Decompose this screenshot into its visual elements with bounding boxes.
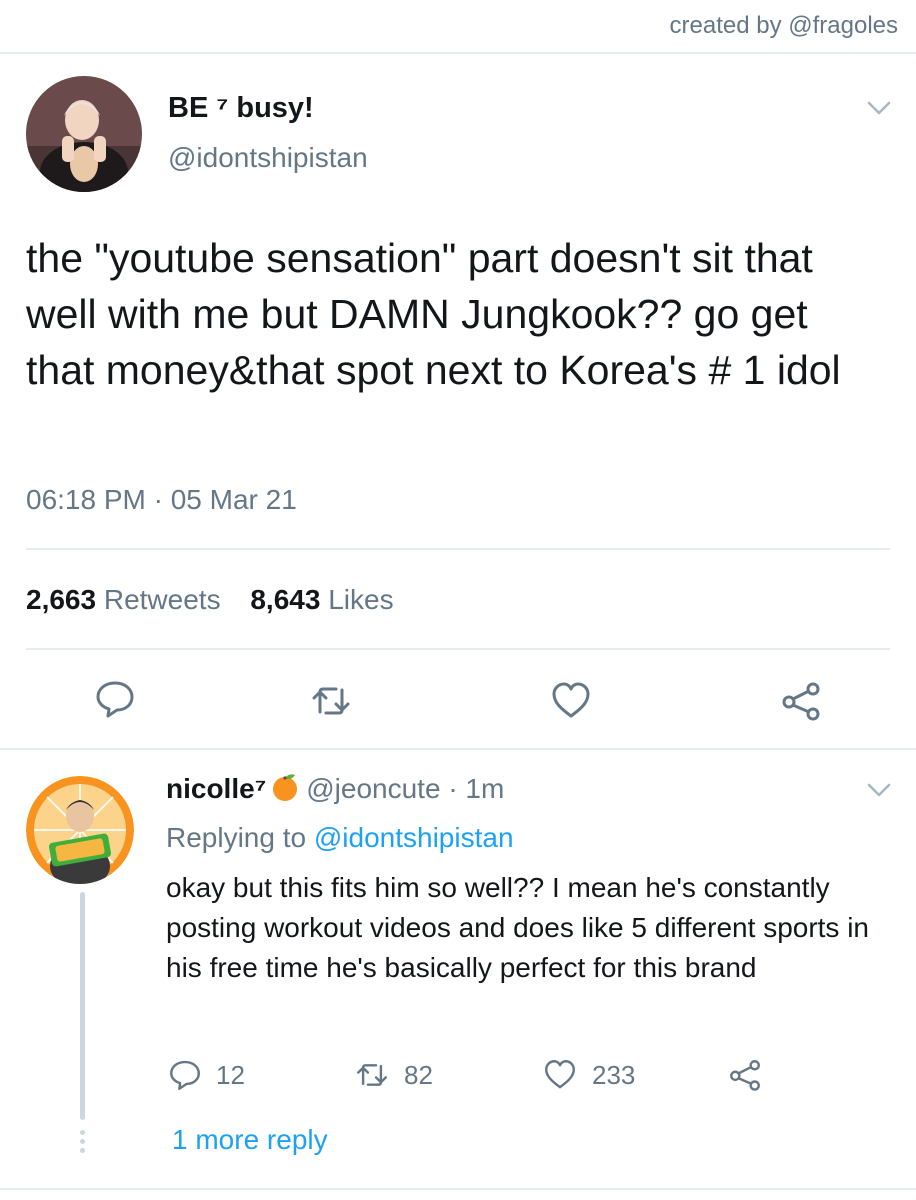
reply-display-name[interactable]: nicolle⁷: [166, 773, 266, 804]
reply-retweets-count: 82: [404, 1059, 433, 1090]
reply-likes-count: 233: [592, 1059, 636, 1090]
likes-label[interactable]: Likes: [328, 584, 393, 615]
reply-icon[interactable]: [94, 678, 136, 720]
tweet-timestamp[interactable]: 06:18 PM · 05 Mar 21: [26, 484, 297, 516]
stats-top-divider: [26, 548, 890, 550]
chevron-down-icon[interactable]: [866, 100, 892, 116]
reply-reply-icon: [170, 1060, 200, 1090]
reply-reply-action[interactable]: 12: [168, 1058, 245, 1092]
reply-share-action[interactable]: [728, 1058, 762, 1092]
reply-like-action[interactable]: 233: [542, 1058, 635, 1092]
credit-text: created by @fragoles: [669, 12, 898, 39]
tweet-text: the "youtube sensation" part doesn't sit…: [26, 235, 841, 393]
reply-chevron-down-icon[interactable]: [866, 782, 892, 798]
replying-to: Replying to @idontshipistan: [166, 822, 514, 854]
main-avatar[interactable]: [26, 76, 142, 192]
tweet-stats: 2,663 Retweets 8,643 Likes: [26, 584, 394, 616]
reply-share-icon: [730, 1060, 760, 1091]
retweets-label[interactable]: Retweets: [104, 584, 221, 615]
reply-divider: [0, 748, 916, 750]
reply-replies-count: 12: [216, 1059, 245, 1090]
tweet-handle[interactable]: @idontshipistan: [168, 142, 368, 174]
reply-header: nicolle⁷ @jeoncute · 1m: [166, 772, 504, 809]
retweets-count[interactable]: 2,663: [26, 584, 96, 615]
header-divider: [0, 52, 916, 54]
reply-text: okay but this fits him so well?? I mean …: [166, 872, 870, 983]
reply-like-icon: [545, 1060, 575, 1089]
bottom-divider: [0, 1188, 916, 1190]
reply-time[interactable]: · 1m: [448, 773, 504, 804]
replying-mention[interactable]: @idontshipistan: [314, 822, 514, 853]
stats-bottom-divider: [26, 648, 890, 650]
reply-handle[interactable]: @jeoncute: [306, 773, 440, 804]
more-replies-link[interactable]: 1 more reply: [172, 1124, 328, 1156]
reply-retweet-icon: [357, 1064, 387, 1086]
tweet-display-name[interactable]: BE ⁷ busy!: [168, 92, 314, 125]
retweet-icon[interactable]: [310, 680, 352, 722]
orange-emoji-icon: [270, 772, 300, 809]
likes-count[interactable]: 8,643: [250, 584, 320, 615]
like-icon[interactable]: [550, 680, 592, 722]
share-icon[interactable]: [780, 680, 822, 722]
reply-avatar[interactable]: [26, 776, 134, 884]
replying-prefix: Replying to: [166, 822, 307, 853]
thread-line: [80, 892, 85, 1120]
reply-retweet-action[interactable]: 82: [354, 1058, 433, 1092]
thread-dots: [80, 1130, 85, 1157]
